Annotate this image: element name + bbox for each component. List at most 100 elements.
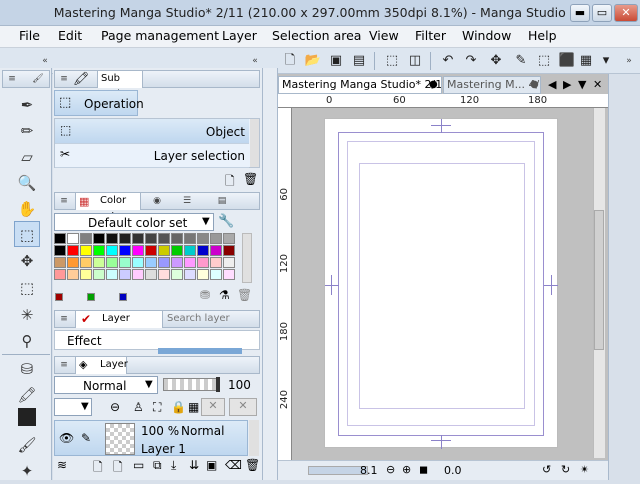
invert-selection-icon[interactable]: ▦ [576, 51, 596, 71]
opacity-slider-handle[interactable] [216, 377, 220, 392]
color-swatch[interactable] [80, 269, 92, 280]
color-swatch[interactable] [223, 257, 235, 268]
color-swatch[interactable] [197, 257, 209, 268]
close-button[interactable]: ✕ [614, 4, 638, 22]
delete-subtool-icon[interactable]: 🗑 [243, 172, 258, 186]
new-subtool-icon[interactable]: 🗋 [225, 172, 235, 193]
color-swatch[interactable] [171, 245, 183, 256]
recent-color-red[interactable] [55, 293, 63, 301]
color-swatch[interactable] [210, 269, 222, 280]
reset-rotation-icon[interactable]: ✴ [580, 463, 589, 476]
zoom-in-icon[interactable]: ⊕ [402, 463, 411, 476]
tab-sub-tool[interactable]: Sub tool [97, 70, 143, 100]
collapse-mid-icon[interactable]: « [248, 54, 262, 68]
pencil-tool-icon[interactable]: ✏ [14, 118, 40, 144]
clip-icon[interactable]: ⊖ [110, 400, 120, 414]
close-all-tabs-icon[interactable]: ✕ [593, 78, 602, 91]
color-swatch[interactable] [210, 257, 222, 268]
edit-pencil-icon[interactable]: ✎ [81, 431, 91, 445]
draft-layer-icon[interactable]: ⛶ [153, 400, 161, 415]
delete-layer-icon[interactable]: 🗑 [245, 458, 260, 472]
manga-page[interactable] [324, 118, 558, 449]
layer-mask-icon[interactable]: ▣ [206, 458, 217, 472]
recent-color-green[interactable] [87, 293, 95, 301]
color-swatch[interactable] [93, 245, 105, 256]
new-raster-layer-icon[interactable]: 🗋 [93, 458, 103, 479]
color-swatch[interactable] [145, 245, 157, 256]
magic-wand-tool-icon[interactable]: ✳ [14, 302, 40, 328]
hand-tool-icon[interactable]: ✋ [14, 196, 40, 222]
select-all-icon[interactable]: ⬛ [557, 51, 577, 71]
rotation-value[interactable]: 0.0 [444, 464, 462, 477]
tab-search-layer[interactable]: Search layer [167, 313, 230, 324]
delete-color-icon[interactable]: 🗑 [237, 288, 252, 302]
tab-document-inactive[interactable]: Mastering M... 4/11 ● [443, 76, 541, 94]
color-swatch[interactable] [197, 269, 209, 280]
color-swatch[interactable] [93, 269, 105, 280]
blend-mode-dropdown[interactable]: Normal ▼ [54, 376, 158, 394]
redo-icon[interactable]: ↷ [461, 51, 481, 71]
color-swatch[interactable] [158, 257, 170, 268]
toolbar-menu-icon[interactable]: ▾ [596, 51, 616, 71]
close-tab-icon[interactable]: ● [429, 77, 438, 93]
color-swatch[interactable] [54, 269, 66, 280]
color-set-dropdown[interactable]: Default color set ▼ [54, 213, 214, 231]
tab-scroll-right-icon[interactable]: ▶ [563, 78, 571, 91]
brush-tool-icon[interactable]: 🖌 [14, 432, 40, 458]
subtool-layer-selection[interactable]: ✂ Layer selection [55, 144, 249, 168]
deselect-icon[interactable]: ⬚ [534, 51, 554, 71]
paint-bucket-tool-icon[interactable]: ⛁ [14, 356, 40, 382]
eraser-tool-icon[interactable]: ▱ [14, 144, 40, 170]
maximize-button[interactable]: ▭ [592, 4, 612, 22]
color-swatch[interactable] [184, 257, 196, 268]
color-swatch[interactable] [106, 257, 118, 268]
subtool-scrollbar[interactable] [250, 119, 259, 167]
panel-menu-icon[interactable]: ≡ [57, 358, 71, 372]
reference-layer-icon[interactable]: ♙ [133, 400, 144, 414]
color-wheel-tab-icon[interactable]: ◉ [150, 194, 164, 208]
rotate-left-icon[interactable]: ↺ [542, 463, 551, 476]
color-swatch[interactable] [223, 233, 235, 244]
color-swatch[interactable] [158, 245, 170, 256]
clear-icon[interactable]: ⬚ [382, 51, 402, 71]
panel-splitter[interactable] [262, 68, 278, 480]
color-swatch[interactable] [171, 257, 183, 268]
color-swatch[interactable] [119, 233, 131, 244]
menu-file[interactable]: File [19, 28, 40, 43]
transfer-down-icon[interactable]: ⤓ [171, 458, 176, 473]
eyedropper-tool-icon[interactable]: ⚲ [14, 328, 40, 354]
color-swatch[interactable] [106, 269, 118, 280]
marquee-tool-icon[interactable]: ⬚ [14, 275, 40, 301]
color-swatch[interactable] [93, 233, 105, 244]
panel-menu-icon[interactable]: ≡ [57, 72, 71, 86]
color-swatch[interactable] [184, 233, 196, 244]
fit-screen-icon[interactable]: ◼ [419, 463, 428, 476]
layer-options-icon[interactable]: ≋ [57, 458, 67, 472]
menu-help[interactable]: Help [528, 28, 557, 43]
menu-layer[interactable]: Layer [222, 28, 257, 43]
lock-transparency-icon[interactable]: ▦ [188, 400, 199, 414]
panel-menu-icon[interactable]: ≡ [5, 72, 19, 86]
menu-window[interactable]: Window [462, 28, 511, 43]
color-swatch[interactable] [197, 245, 209, 256]
tab-scroll-left-icon[interactable]: ◀ [548, 78, 556, 91]
color-swatch[interactable] [119, 245, 131, 256]
opacity-slider[interactable] [163, 377, 220, 392]
add-color-icon[interactable]: ⛃ [200, 288, 210, 302]
pen-tab-icon[interactable]: 🖌 [31, 72, 45, 86]
minimize-button[interactable]: ▬ [570, 4, 590, 22]
tab-document-active[interactable]: Mastering Manga Studio* 2/11 ● [278, 76, 442, 94]
color-swatch[interactable] [132, 269, 144, 280]
undo-icon[interactable]: ↶ [438, 51, 458, 71]
new-folder-icon[interactable]: ▭ [133, 458, 144, 472]
layer-scrollbar[interactable] [249, 420, 259, 456]
text-fill-tool-icon[interactable]: 🖍 [14, 382, 40, 408]
color-swatch[interactable] [197, 233, 209, 244]
zoom-value[interactable]: 8.1 [360, 464, 378, 477]
rotate-right-icon[interactable]: ↻ [561, 463, 570, 476]
collapse-right-icon[interactable]: » [622, 54, 636, 68]
color-swatch[interactable] [67, 257, 79, 268]
color-swatch[interactable] [158, 233, 170, 244]
color-swatch[interactable] [184, 245, 196, 256]
pen-tool-icon[interactable]: ✒ [14, 92, 40, 118]
